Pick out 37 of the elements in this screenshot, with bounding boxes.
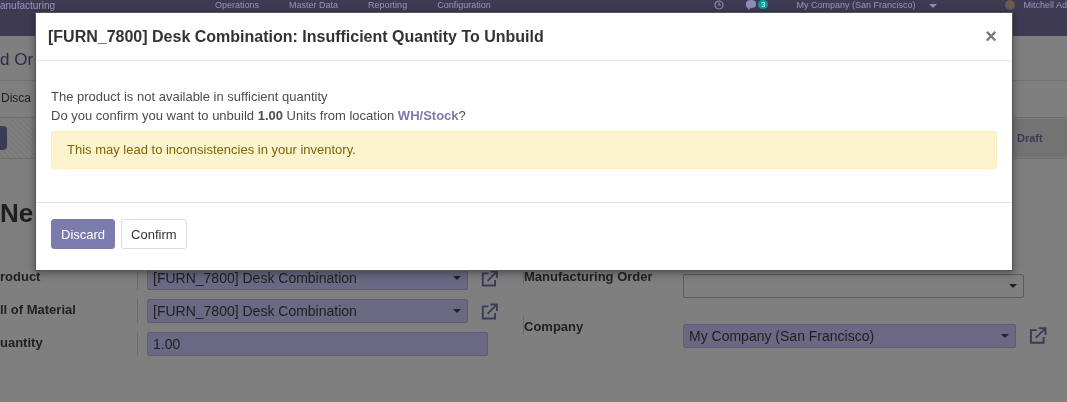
location-link[interactable]: WH/Stock: [397, 108, 459, 123]
record-title: Ne: [0, 198, 34, 228]
menu-item[interactable]: Configuration: [437, 0, 491, 11]
dialog-message: The product is not available in sufficient quantity: [51, 88, 329, 106]
app-name: anufacturing: [0, 0, 56, 11]
field-label: Company: [523, 315, 584, 334]
menu-item[interactable]: Master Data: [289, 0, 339, 11]
field-label: ll of Material: [0, 301, 76, 317]
caret-icon: [453, 309, 462, 313]
input-field[interactable]: 1.00: [147, 332, 488, 356]
status-stage[interactable]: Draft: [1011, 119, 1067, 157]
breadcrumb[interactable]: d Or: [0, 46, 34, 74]
dialog-title: [FURN_7800] Desk Combination: Insufficient Quantity To Unbuild: [48, 27, 545, 46]
discard-button[interactable]: Discard: [51, 219, 116, 249]
field-label: uantity: [0, 334, 43, 350]
menu-item[interactable]: Operations: [215, 0, 260, 11]
confirm-button[interactable]: Confirm: [121, 219, 187, 249]
field-label: roduct: [0, 268, 41, 284]
discard-button[interactable]: Disca: [0, 89, 32, 107]
select-field[interactable]: [683, 274, 1024, 299]
message-count-badge: 3: [757, 0, 769, 9]
action-button[interactable]: [0, 126, 7, 150]
caret-icon: [929, 4, 938, 8]
select-field[interactable]: [FURN_7800] Desk Combination: [147, 299, 469, 323]
close-button[interactable]: ×: [981, 25, 1001, 48]
caret-icon: [1000, 333, 1009, 338]
company-switcher[interactable]: My Company (San Francisco): [796, 0, 916, 11]
chat-icon: [745, 0, 756, 10]
user-avatar[interactable]: [1005, 0, 1016, 10]
caret-icon: [453, 276, 462, 280]
user-name[interactable]: Mitchell Ad: [1023, 0, 1067, 11]
menu-item[interactable]: Reporting: [368, 0, 408, 11]
clock-icon: [713, 0, 724, 10]
warning-alert: This may lead to inconsistencies in your inventory.: [51, 131, 997, 169]
select-field[interactable]: My Company (San Francisco): [683, 323, 1016, 348]
confirmation-question: Do you confirm you want to unbuild 1.00 Units from location WH/Stock?: [51, 107, 467, 125]
caret-icon: [1009, 284, 1017, 289]
